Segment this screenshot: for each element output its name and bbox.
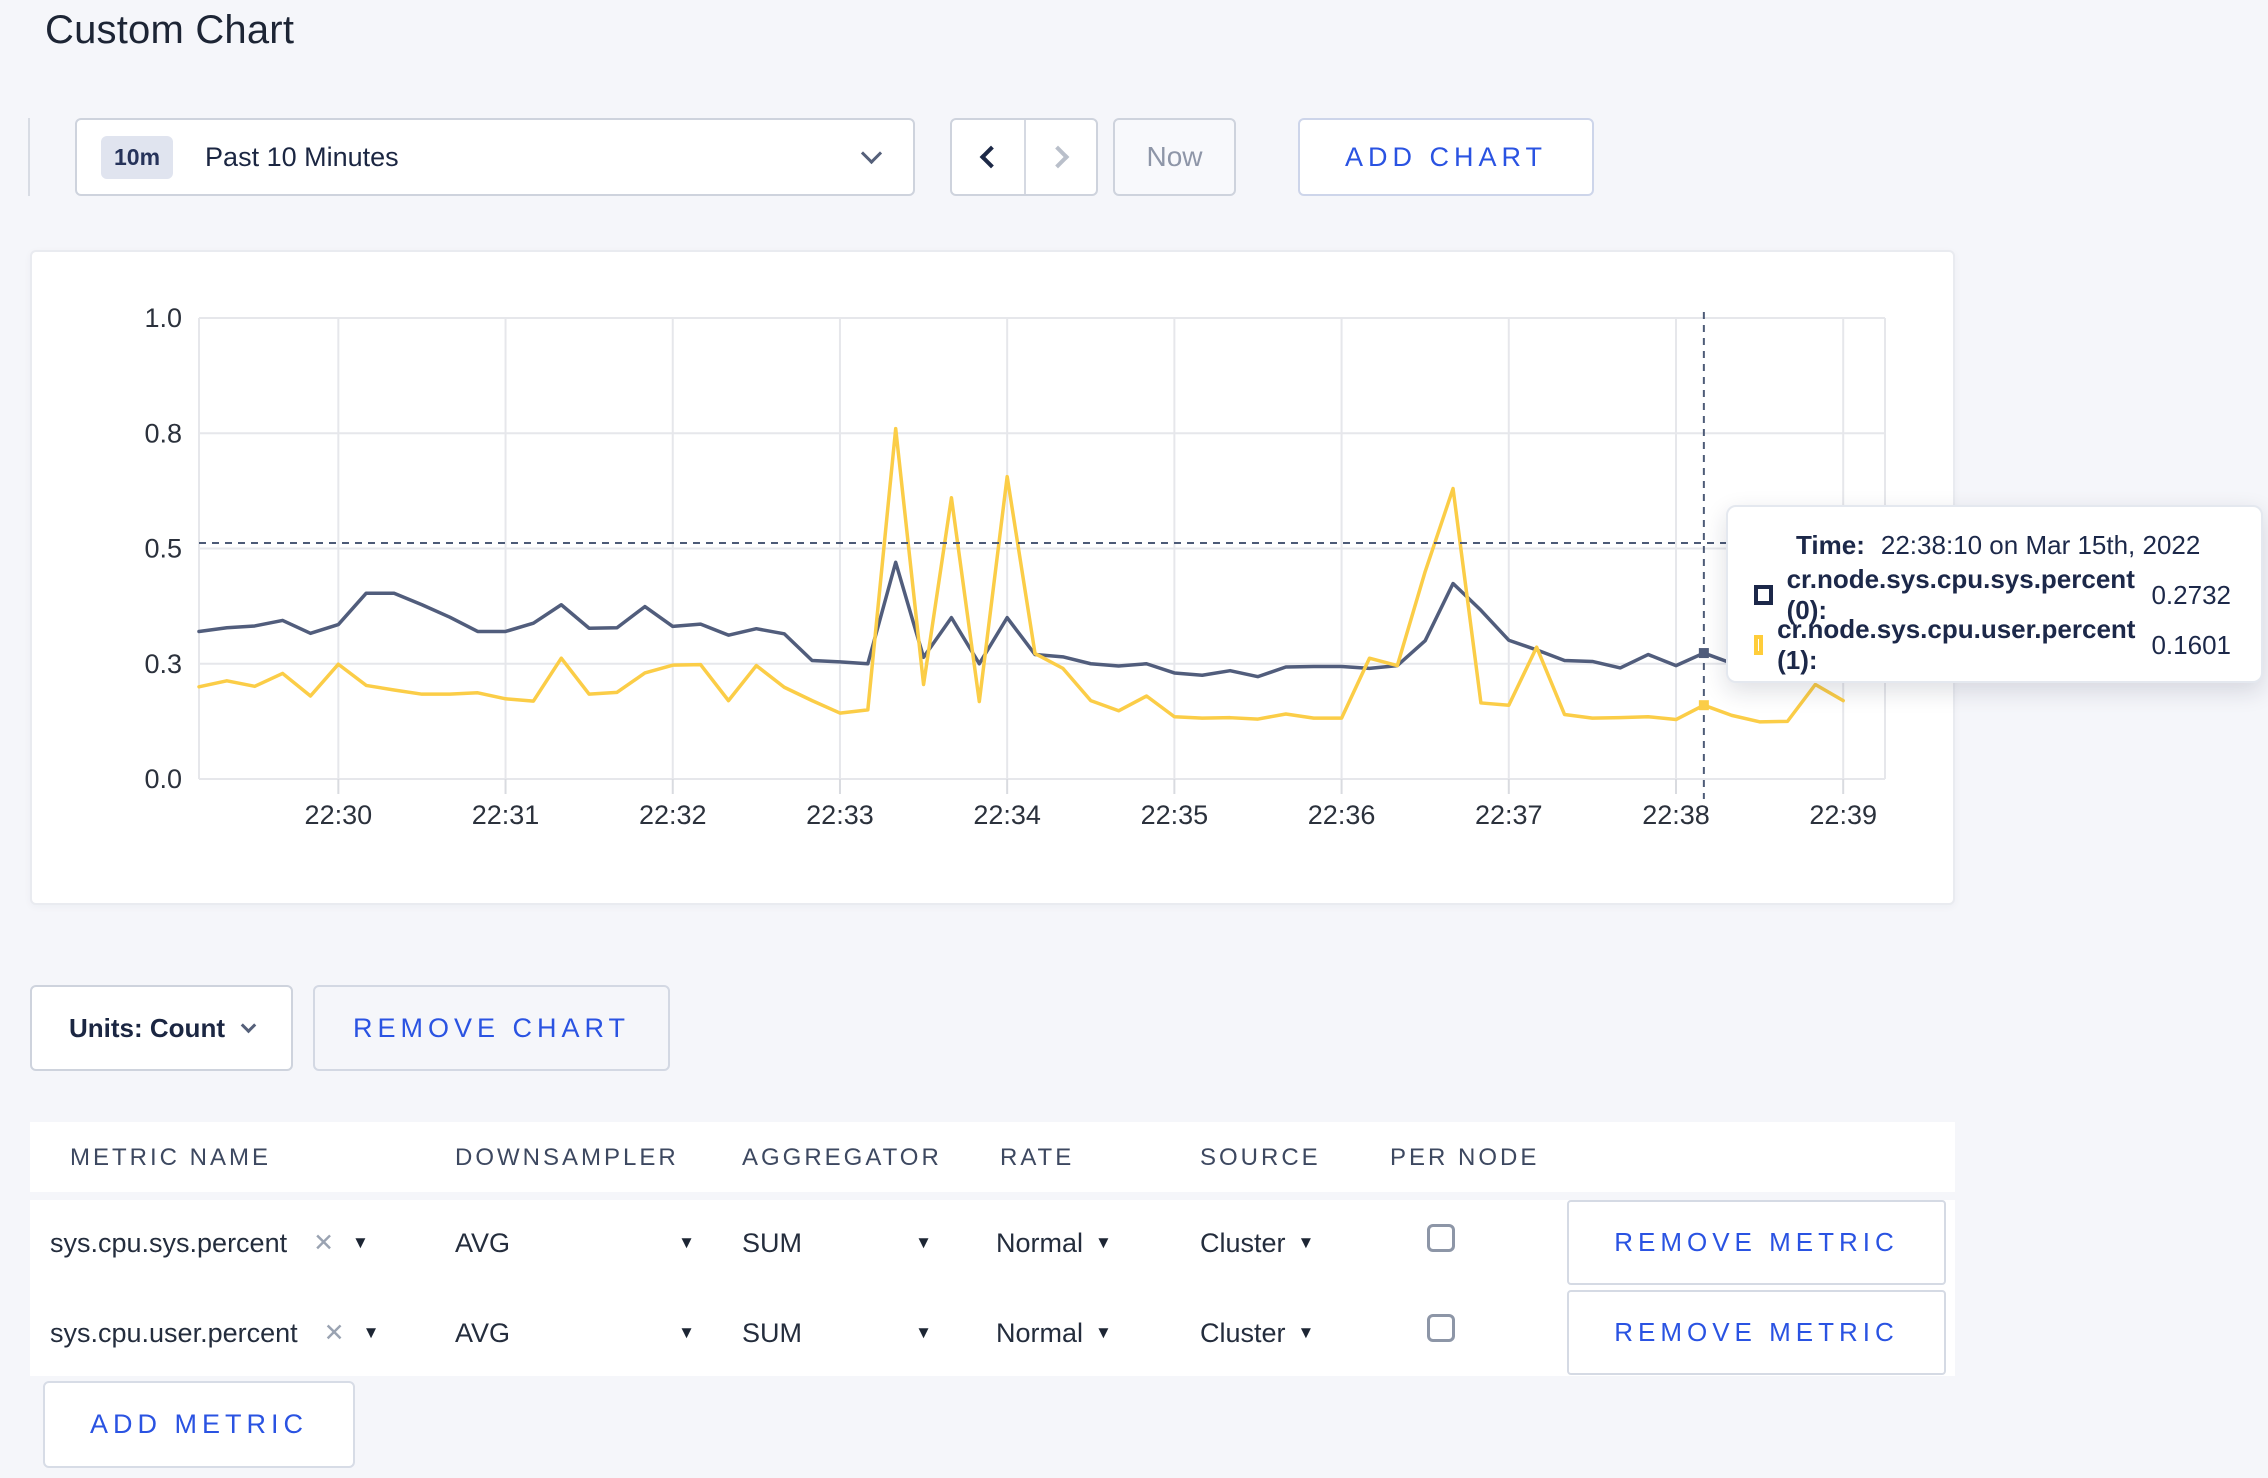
aggregator-select[interactable]: SUM ▼: [742, 1318, 932, 1349]
downsampler-select[interactable]: AVG ▼: [455, 1318, 695, 1349]
svg-text:22:32: 22:32: [639, 800, 707, 830]
svg-text:22:38: 22:38: [1642, 800, 1710, 830]
sys-series-swatch-icon: [1754, 585, 1773, 605]
next-range-button[interactable]: [1023, 120, 1096, 194]
metrics-table-body: sys.cpu.sys.percent ✕ ▼ AVG ▼ SUM ▼ Norm…: [30, 1200, 1955, 1376]
rate-select[interactable]: Normal ▼: [996, 1318, 1112, 1349]
caret-down-icon: ▼: [1297, 1323, 1315, 1342]
column-header-rate: RATE: [1000, 1144, 1075, 1171]
source-select[interactable]: Cluster ▼: [1200, 1228, 1314, 1259]
metric-name-select[interactable]: sys.cpu.sys.percent ✕ ▼: [50, 1228, 369, 1259]
svg-text:22:39: 22:39: [1809, 800, 1877, 830]
svg-text:0.0: 0.0: [144, 764, 182, 794]
aggregator-value: SUM: [742, 1318, 802, 1348]
caret-down-icon: ▼: [1095, 1323, 1112, 1342]
column-header-per-node: PER NODE: [1390, 1144, 1540, 1171]
tooltip-time: Time: 22:38:10 on Mar 15th, 2022: [1754, 529, 2231, 560]
chart-card: 0.0 0.3 0.5 0.8 1.0 22:30 22:31 22:32 22:33 22:34…: [30, 250, 1955, 905]
caret-down-icon: ▼: [362, 1323, 380, 1342]
source-value: Cluster: [1200, 1318, 1286, 1348]
toolbar-divider: [28, 118, 30, 196]
rate-value: Normal: [996, 1318, 1084, 1348]
column-header-downsampler: DOWNSAMPLER: [455, 1144, 679, 1171]
time-range-select[interactable]: 10m Past 10 Minutes: [75, 118, 915, 196]
svg-text:22:31: 22:31: [472, 800, 540, 830]
add-chart-button[interactable]: ADD CHART: [1298, 118, 1594, 196]
chart-tooltip: Time: 22:38:10 on Mar 15th, 2022 cr.node…: [1726, 505, 2263, 683]
svg-text:22:34: 22:34: [973, 800, 1041, 830]
metric-name-select[interactable]: sys.cpu.user.percent ✕ ▼: [50, 1318, 379, 1349]
column-header-source: SOURCE: [1200, 1144, 1321, 1171]
svg-text:0.5: 0.5: [144, 534, 182, 564]
svg-text:1.0: 1.0: [144, 303, 182, 333]
metric-name-value: sys.cpu.user.percent: [50, 1318, 298, 1348]
remove-metric-button[interactable]: REMOVE METRIC: [1567, 1200, 1946, 1285]
rate-select[interactable]: Normal ▼: [996, 1228, 1112, 1259]
source-value: Cluster: [1200, 1228, 1286, 1258]
caret-down-icon: ▼: [915, 1323, 932, 1342]
previous-range-button[interactable]: [952, 120, 1024, 194]
column-header-metric-name: METRIC NAME: [70, 1144, 271, 1171]
svg-text:0.3: 0.3: [144, 649, 182, 679]
chevron-down-icon: [860, 142, 883, 165]
time-range-label: Past 10 Minutes: [205, 141, 399, 172]
per-node-checkbox[interactable]: [1427, 1224, 1455, 1252]
source-select[interactable]: Cluster ▼: [1200, 1318, 1314, 1349]
tooltip-series-label: cr.node.sys.cpu.user.percent (1):: [1777, 614, 2136, 675]
user-series-swatch-icon: [1754, 635, 1764, 655]
svg-text:22:36: 22:36: [1308, 800, 1376, 830]
caret-down-icon: ▼: [1297, 1233, 1315, 1252]
metric-name-value: sys.cpu.sys.percent: [50, 1228, 288, 1258]
add-metric-button[interactable]: ADD METRIC: [43, 1381, 355, 1468]
table-row: sys.cpu.user.percent ✕ ▼ AVG ▼ SUM ▼ Nor…: [30, 1290, 1955, 1378]
page-title: Custom Chart: [45, 8, 295, 52]
remove-metric-button[interactable]: REMOVE METRIC: [1567, 1290, 1946, 1375]
per-node-checkbox[interactable]: [1427, 1314, 1455, 1342]
now-button[interactable]: Now: [1113, 118, 1236, 196]
caret-down-icon: ▼: [678, 1323, 695, 1342]
chevron-left-icon: [979, 145, 1003, 169]
remove-chart-button[interactable]: REMOVE CHART: [313, 985, 670, 1071]
chevron-down-icon: [240, 1017, 257, 1033]
time-range-badge: 10m: [101, 135, 174, 179]
table-row: sys.cpu.sys.percent ✕ ▼ AVG ▼ SUM ▼ Norm…: [30, 1200, 1955, 1288]
caret-down-icon: ▼: [678, 1233, 695, 1252]
caret-down-icon: ▼: [1095, 1233, 1112, 1252]
downsampler-value: AVG: [455, 1228, 511, 1258]
svg-text:22:37: 22:37: [1475, 800, 1543, 830]
downsampler-select[interactable]: AVG ▼: [455, 1228, 695, 1259]
svg-text:22:35: 22:35: [1141, 800, 1209, 830]
aggregator-value: SUM: [742, 1228, 802, 1258]
metrics-table-header: METRIC NAME DOWNSAMPLER AGGREGATOR RATE …: [30, 1122, 1955, 1192]
tooltip-time-value: 22:38:10 on Mar 15th, 2022: [1880, 529, 2201, 560]
cpu-usage-chart[interactable]: 0.0 0.3 0.5 0.8 1.0 22:30 22:31 22:32 22:33 22:34…: [32, 252, 1957, 907]
time-range-arrows: [950, 118, 1098, 196]
svg-text:0.8: 0.8: [144, 418, 182, 448]
tooltip-series-row: cr.node.sys.cpu.sys.percent (0): 0.2732: [1754, 564, 2231, 625]
tooltip-time-label: Time:: [1796, 529, 1865, 560]
tooltip-series-value: 0.2732: [2151, 579, 2231, 610]
tooltip-series-value: 0.1601: [2151, 629, 2231, 660]
chevron-right-icon: [1046, 145, 1070, 169]
close-icon[interactable]: ✕: [324, 1318, 345, 1349]
units-select[interactable]: Units: Count: [30, 985, 293, 1071]
tooltip-series-row: cr.node.sys.cpu.user.percent (1): 0.1601: [1754, 614, 2231, 675]
downsampler-value: AVG: [455, 1318, 511, 1348]
svg-text:22:33: 22:33: [806, 800, 874, 830]
aggregator-select[interactable]: SUM ▼: [742, 1228, 932, 1259]
units-label: Units: Count: [69, 1012, 225, 1043]
rate-value: Normal: [996, 1228, 1084, 1258]
close-icon[interactable]: ✕: [313, 1228, 334, 1259]
caret-down-icon: ▼: [352, 1233, 369, 1252]
column-header-aggregator: AGGREGATOR: [742, 1144, 942, 1171]
caret-down-icon: ▼: [915, 1233, 932, 1252]
svg-text:22:30: 22:30: [305, 800, 373, 830]
